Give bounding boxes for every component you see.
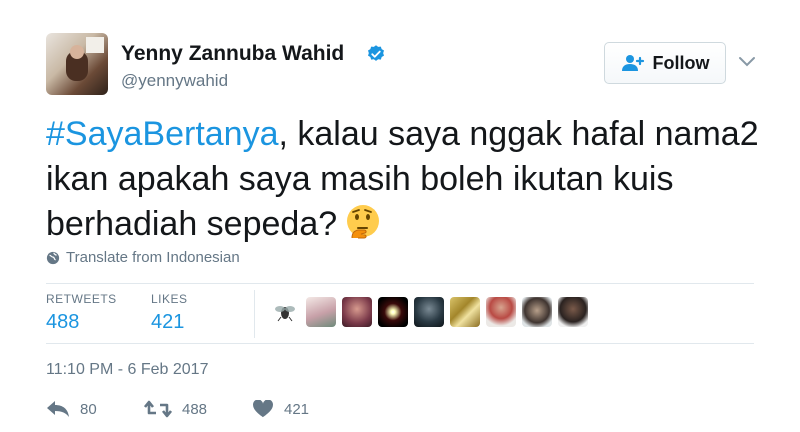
liker-avatar[interactable] (558, 297, 588, 327)
likes-value: 421 (151, 311, 185, 333)
author-avatar[interactable] (46, 33, 108, 95)
likes-label: LIKES (151, 292, 188, 306)
retweet-count: 488 (182, 400, 208, 418)
retweets-value: 488 (46, 311, 80, 333)
liker-avatar[interactable] (270, 297, 300, 327)
verified-badge-icon (368, 45, 384, 61)
like-count: 421 (284, 400, 310, 418)
liker-avatar[interactable] (450, 297, 480, 327)
heart-icon (253, 400, 273, 418)
retweet-button[interactable]: 488 (144, 400, 252, 418)
reply-button[interactable]: 80 (46, 400, 144, 418)
author-name[interactable]: Yenny Zannuba Wahid (121, 42, 344, 66)
thinking-face-emoji (347, 205, 380, 239)
liker-avatar[interactable] (342, 297, 372, 327)
retweets-label: RETWEETS (46, 292, 117, 306)
reply-icon (47, 401, 69, 417)
liker-avatar[interactable] (306, 297, 336, 327)
divider-bottom (46, 343, 754, 344)
retweets-stat[interactable]: RETWEETS 488 (46, 292, 117, 334)
hashtag-link[interactable]: #SayaBertanya (46, 115, 279, 153)
reply-count: 80 (80, 400, 97, 418)
chevron-down-icon[interactable] (738, 56, 756, 68)
liker-avatar[interactable] (522, 297, 552, 327)
globe-icon (46, 251, 60, 264)
liker-avatar[interactable] (486, 297, 516, 327)
divider-top (46, 283, 754, 284)
translate-link[interactable]: Translate from Indonesian (46, 249, 240, 266)
tweet-text: #SayaBertanya, kalau saya nggak hafal na… (46, 112, 766, 247)
tweet-line-1: , kalau saya nggak hafal nama2 (278, 115, 759, 153)
liker-avatar[interactable] (378, 297, 408, 327)
tweet-line-3: berhadiah sepeda? (46, 205, 338, 243)
likers-avatars (270, 297, 588, 327)
tweet-actions: 80 488 421 (46, 400, 309, 418)
follow-label: Follow (652, 52, 710, 73)
translate-label: Translate from Indonesian (66, 249, 240, 266)
retweet-icon (144, 400, 172, 418)
likes-stat[interactable]: LIKES 421 (151, 292, 188, 334)
add-user-icon (621, 55, 644, 71)
follow-button[interactable]: Follow (604, 42, 726, 84)
author-handle[interactable]: @yennywahid (121, 71, 228, 91)
like-button[interactable]: 421 (252, 400, 309, 418)
liker-avatar[interactable] (414, 297, 444, 327)
tweet-line-2: ikan apakah saya masih boleh ikutan kuis (46, 160, 674, 198)
tweet-timestamp[interactable]: 11:10 PM - 6 Feb 2017 (46, 361, 208, 379)
stats-separator (254, 290, 255, 338)
